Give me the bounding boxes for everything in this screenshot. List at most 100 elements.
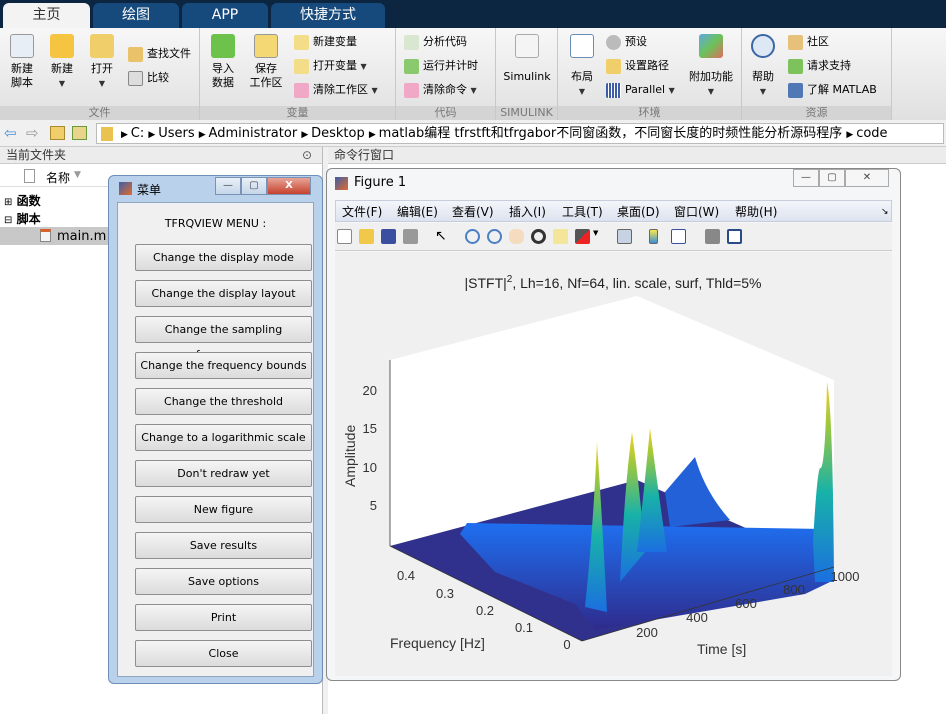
import-data-button[interactable]: 导入 数据 [206, 34, 240, 90]
close-button[interactable]: Close [135, 640, 312, 667]
path-segment[interactable]: Users [158, 126, 194, 141]
maximize-button[interactable]: ▢ [241, 177, 267, 195]
open-button[interactable]: 打开 ▼ [86, 34, 118, 91]
path-field[interactable]: ▶ C: ▶ Users ▶ Administrator ▶ Desktop ▶… [96, 123, 944, 144]
path-sep: ▶ [301, 130, 312, 140]
hide-plot-tools-icon[interactable] [705, 229, 720, 244]
request-support-button[interactable]: 请求支持 [788, 56, 851, 76]
group-environment: 布局 ▼ 预设 设置路径 Parallel ▼ 附加功能 ▼ 环境 [558, 28, 742, 120]
rotate-icon[interactable] [531, 229, 546, 244]
preferences-button[interactable]: 预设 [606, 32, 647, 52]
print-icon[interactable] [403, 229, 418, 244]
new-figure-button[interactable]: New figure [135, 496, 312, 523]
add-ons-button[interactable]: 附加功能 ▼ [684, 34, 738, 99]
tab-home[interactable]: 主页 [3, 3, 90, 28]
parallel-button[interactable]: Parallel ▼ [606, 80, 675, 100]
save-options-button[interactable]: Save options [135, 568, 312, 595]
minimize-button[interactable]: — [215, 177, 241, 195]
log-scale-button[interactable]: Change to a logarithmic scale [135, 424, 312, 451]
save-workspace-button[interactable]: 保存 工作区 [246, 34, 286, 90]
tab-apps[interactable]: APP [182, 3, 268, 28]
back-icon[interactable]: ⇦ [4, 124, 17, 142]
dock-icon[interactable]: ↘ [881, 201, 889, 223]
forward-icon[interactable]: ⇨ [26, 124, 39, 142]
close-window-button[interactable]: X [267, 177, 311, 195]
new-variable-button[interactable]: 新建变量 [294, 32, 357, 52]
path-segment[interactable]: Desktop [311, 126, 365, 141]
print-button[interactable]: Print [135, 604, 312, 631]
group-label-environment: 环境 [558, 106, 741, 120]
save-results-button[interactable]: Save results [135, 532, 312, 559]
minimize-button[interactable]: — [793, 169, 819, 187]
maximize-button[interactable]: ▢ [819, 169, 845, 187]
data-cursor-icon[interactable] [553, 229, 568, 244]
new-button[interactable]: 新建 ▼ [46, 34, 78, 91]
show-plot-tools-icon[interactable] [727, 229, 742, 244]
menu-help[interactable]: 帮助(H) [735, 201, 777, 223]
menu-window[interactable]: 窗口(W) [674, 201, 719, 223]
menu-tools[interactable]: 工具(T) [562, 201, 603, 223]
change-display-mode-button[interactable]: Change the display mode [135, 244, 312, 271]
save-icon[interactable] [381, 229, 396, 244]
tree-item-scripts[interactable]: ⊟ 脚本 [4, 210, 41, 227]
brush-dropdown-icon[interactable]: ▼ [593, 229, 608, 244]
surface-plot: 20 15 10 5 0.4 0.3 0.2 0.1 0 200 400 600… [342, 274, 859, 657]
change-display-layout-button[interactable]: Change the display layout [135, 280, 312, 307]
find-files-button[interactable]: 查找文件 [128, 44, 191, 64]
help-button[interactable]: 帮助 ▼ [748, 34, 778, 99]
clear-workspace-button[interactable]: 清除工作区 ▼ [294, 80, 378, 100]
analyze-code-button[interactable]: 分析代码 [404, 32, 467, 52]
learn-matlab-button[interactable]: 了解 MATLAB [788, 80, 877, 100]
menu-file[interactable]: 文件(F) [342, 201, 382, 223]
browse-folder-icon[interactable] [72, 126, 87, 140]
up-folder-icon[interactable] [50, 126, 65, 140]
run-and-time-button[interactable]: 运行并计时 [404, 56, 478, 76]
group-label-simulink: SIMULINK [496, 106, 557, 120]
menu-insert[interactable]: 插入(I) [509, 201, 546, 223]
tree-item-functions[interactable]: ⊞ 函数 [4, 192, 41, 209]
clear-commands-button[interactable]: 清除命令 ▼ [404, 80, 477, 100]
simulink-button[interactable]: Simulink [502, 34, 552, 84]
zoom-out-icon[interactable] [487, 229, 502, 244]
layout-button[interactable]: 布局 ▼ [564, 34, 600, 99]
dont-redraw-button[interactable]: Don't redraw yet [135, 460, 312, 487]
legend-icon[interactable] [671, 229, 686, 244]
expand-icon[interactable]: ⊞ [4, 197, 12, 208]
open-variable-button[interactable]: 打开变量 ▼ [294, 56, 367, 76]
column-name[interactable]: 名称 [46, 169, 70, 186]
change-threshold-button[interactable]: Change the threshold [135, 388, 312, 415]
path-segment[interactable]: matlab编程 tfrstft和tfrgabor不同窗函数，不同窗长度的时频性… [379, 126, 843, 141]
colorbar-icon[interactable] [649, 229, 658, 244]
tab-plots[interactable]: 绘图 [93, 3, 179, 28]
community-button[interactable]: 社区 [788, 32, 829, 52]
save-workspace-icon [254, 34, 278, 58]
compare-icon [128, 70, 143, 86]
pointer-icon[interactable]: ↖ [435, 229, 450, 244]
figure-toolbar: ↖ ▼ [335, 223, 892, 251]
tab-shortcuts[interactable]: 快捷方式 [271, 3, 385, 28]
open-file-icon[interactable] [359, 229, 374, 244]
change-frequency-bounds-button[interactable]: Change the frequency bounds [135, 352, 312, 379]
panel-menu-icon[interactable]: ⊙ [302, 148, 312, 162]
tree-item-main[interactable]: main.m [0, 227, 110, 245]
new-figure-icon[interactable] [337, 229, 352, 244]
new-script-button[interactable]: 新建 脚本 [6, 34, 38, 90]
pan-icon[interactable] [509, 229, 524, 244]
compare-button[interactable]: 比较 [128, 68, 169, 88]
zoom-in-icon[interactable] [465, 229, 480, 244]
path-sep: ▶ [846, 130, 857, 140]
change-sampling-frequency-button[interactable]: Change the sampling frequency [135, 316, 312, 361]
menu-desktop[interactable]: 桌面(D) [617, 201, 660, 223]
set-path-button[interactable]: 设置路径 [606, 56, 669, 76]
brush-icon[interactable] [575, 229, 590, 244]
path-segment[interactable]: Administrator [209, 126, 298, 141]
menu-panel: TFRQVIEW MENU : Change the display mode … [117, 202, 314, 677]
link-plot-icon[interactable] [617, 229, 632, 244]
f-tick-label: 0.2 [476, 603, 494, 618]
close-window-button[interactable]: ✕ [845, 169, 889, 187]
collapse-icon[interactable]: ⊟ [4, 215, 12, 226]
menu-view[interactable]: 查看(V) [452, 201, 494, 223]
path-segment[interactable]: C: [131, 126, 144, 141]
path-segment[interactable]: code [856, 126, 887, 141]
menu-edit[interactable]: 编辑(E) [397, 201, 438, 223]
